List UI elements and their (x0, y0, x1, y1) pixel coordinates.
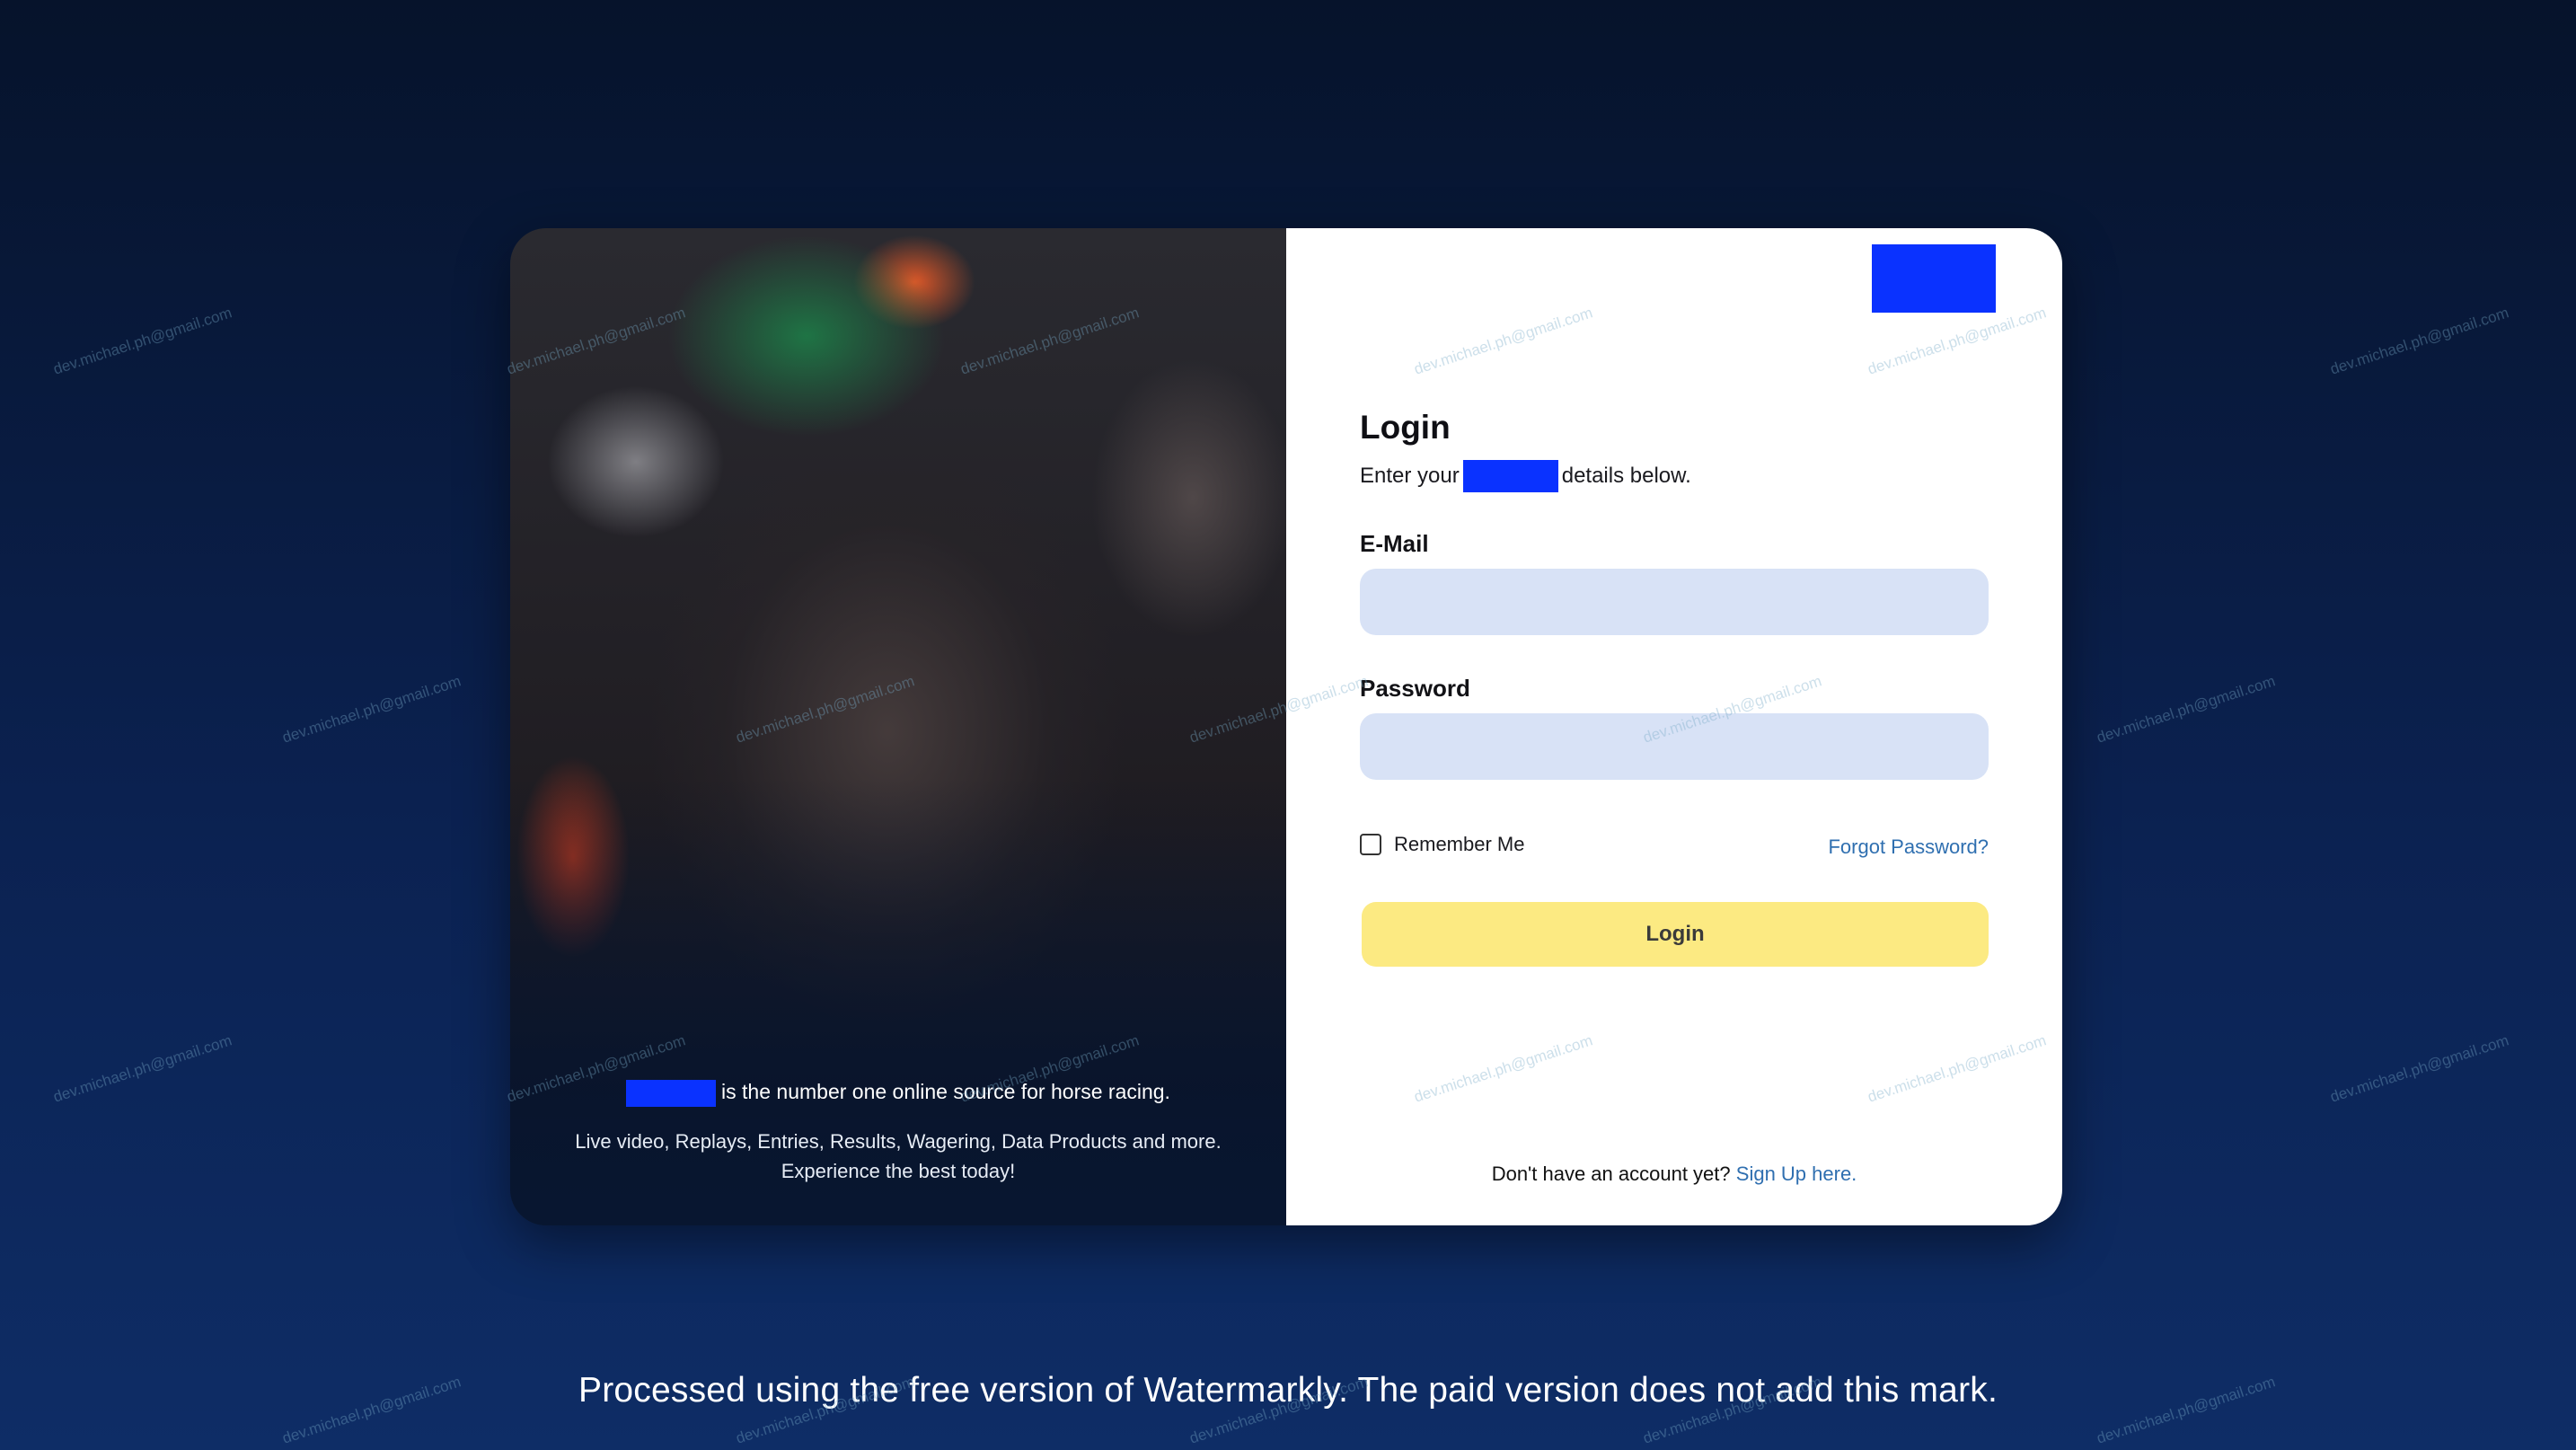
redacted-brand-name (626, 1080, 717, 1107)
email-field[interactable] (1360, 569, 1989, 635)
hero-gradient-overlay (510, 228, 1286, 1225)
login-panel: Login Enter your details below. E-Mail P… (1286, 228, 2062, 1225)
watermark-mark: dev.michael.ph@gmail.com (50, 1031, 234, 1106)
signup-row: Don't have an account yet? Sign Up here. (1286, 1163, 2062, 1186)
remember-me[interactable]: Remember Me (1360, 833, 1524, 856)
login-subtitle: Enter your details below. (1360, 460, 1989, 492)
redacted-logo (1872, 244, 1996, 313)
hero-description: Live video, Replays, Entries, Results, W… (510, 1127, 1286, 1186)
watermark-notice: Processed using the free version of Wate… (578, 1371, 1998, 1410)
watermark-mark: dev.michael.ph@gmail.com (2094, 672, 2278, 747)
password-field[interactable] (1360, 713, 1989, 780)
login-options: Remember Me Forgot Password? (1360, 830, 1989, 859)
login-subtitle-before: Enter your (1360, 464, 1460, 488)
hero-description-line2: Experience the best today! (781, 1160, 1016, 1182)
email-label: E-Mail (1360, 530, 1429, 557)
hero-tagline-text: is the number one online source for hors… (721, 1080, 1170, 1104)
forgot-password-link[interactable]: Forgot Password? (1828, 836, 1989, 859)
password-label: Password (1360, 675, 1470, 702)
signup-link[interactable]: Sign Up here. (1736, 1163, 1857, 1185)
login-button[interactable]: Login (1362, 902, 1989, 967)
redacted-brand-name (1462, 460, 1558, 492)
remember-me-checkbox[interactable] (1360, 834, 1381, 855)
watermark-mark: dev.michael.ph@gmail.com (279, 672, 463, 747)
login-card: is the number one online source for hors… (510, 228, 2062, 1225)
hero-image: is the number one online source for hors… (510, 228, 1286, 1225)
login-title: Login (1360, 409, 1451, 446)
watermark-mark: dev.michael.ph@gmail.com (2327, 304, 2511, 378)
login-form: Login Enter your details below. E-Mail P… (1360, 408, 1989, 967)
watermark-mark: dev.michael.ph@gmail.com (2327, 1031, 2511, 1106)
hero-caption: is the number one online source for hors… (510, 1080, 1286, 1186)
watermark-mark: dev.michael.ph@gmail.com (50, 304, 234, 378)
hero-description-line1: Live video, Replays, Entries, Results, W… (575, 1130, 1222, 1153)
remember-me-label: Remember Me (1394, 833, 1525, 855)
hero-tagline: is the number one online source for hors… (510, 1080, 1286, 1107)
login-subtitle-after: details below. (1561, 464, 1691, 488)
signup-prompt: Don't have an account yet? (1491, 1163, 1731, 1185)
